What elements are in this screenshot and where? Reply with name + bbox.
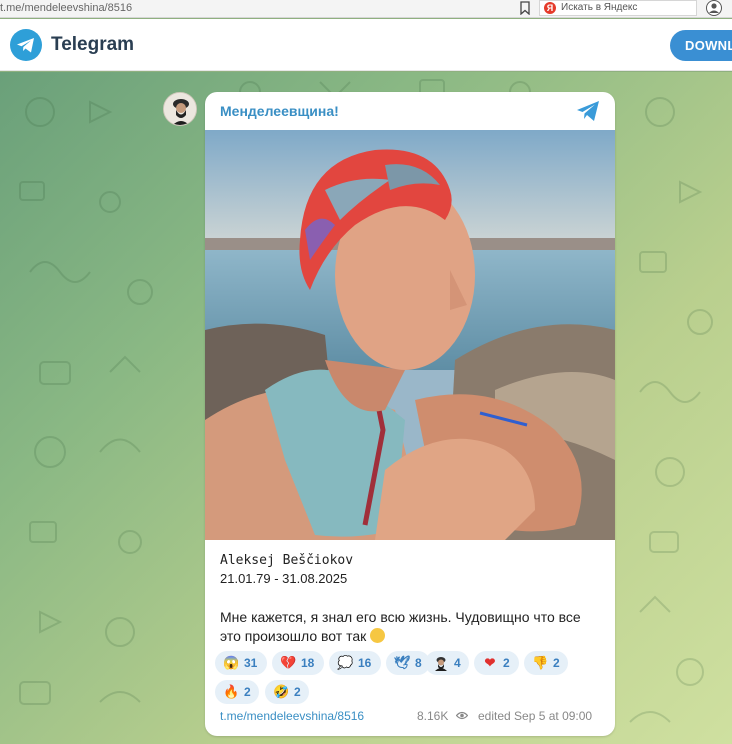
download-button[interactable]: DOWNLO [670,30,732,61]
scream-emoji-icon: 😱 [223,655,240,670]
post-person-name: Aleksej Beščiokov [220,553,354,568]
channel-name[interactable]: Менделеевщина! [220,103,339,119]
reaction-speech-bubble[interactable]: 💭 16 [329,651,381,675]
address-url[interactable]: t.me/mendeleevshina/8516 [0,2,132,14]
message-card: Менделеевщина! Aleksej Beščiokov 21.01.7… [205,92,615,736]
reaction-count: 31 [244,656,258,670]
reaction-count: 8 [415,656,422,670]
dove-icon: 🕊 [394,655,411,670]
channel-avatar[interactable] [163,92,197,126]
thumbs-down-icon: 👎 [532,655,549,670]
reaction-count: 18 [301,656,315,670]
browser-address-bar: t.me/mendeleevshina/8516 Я Искать в Янде… [0,0,732,18]
post-text-body: Мне кажется, я знал его всю жизнь. Чудов… [220,609,581,644]
speech-bubble-icon: 💭 [337,655,354,670]
post-text: Мне кажется, я знал его всю жизнь. Чудов… [220,608,605,646]
crying-emoji-icon [370,628,386,643]
profile-icon[interactable] [705,0,723,16]
bookmark-icon[interactable] [519,1,531,15]
reaction-broken-heart[interactable]: 💔 18 [272,651,324,675]
reaction-count: 2 [244,685,251,699]
fire-icon: 🔥 [223,684,240,699]
yandex-search-input[interactable]: Я Искать в Яндекс [539,0,697,16]
reaction-dove[interactable]: 🕊 8 [386,651,430,675]
search-placeholder: Искать в Яндекс [561,2,638,13]
telegram-brand[interactable]: Telegram [51,34,134,56]
reaction-scream[interactable]: 😱 31 [215,651,267,675]
telegram-header: Telegram DOWNLO [0,19,732,71]
eye-icon [456,711,468,720]
post-link[interactable]: t.me/mendeleevshina/8516 [220,709,364,723]
reaction-count: 4 [454,656,461,670]
reaction-thumbs-down[interactable]: 👎 2 [524,651,568,675]
yandex-icon: Я [544,2,556,14]
reaction-red-heart[interactable]: ❤ 2 [474,651,519,675]
reaction-count: 2 [503,656,510,670]
reaction-rofl[interactable]: 🤣 2 [265,680,309,704]
red-heart-icon: ❤ [484,655,496,670]
post-photo[interactable] [205,130,615,540]
reaction-count: 16 [358,656,372,670]
reaction-fire[interactable]: 🔥 2 [215,680,259,704]
post-dates: 21.01.79 - 31.08.2025 [220,571,348,586]
broken-heart-icon: 💔 [280,655,297,670]
reaction-count: 2 [553,656,560,670]
edited-timestamp: edited Sep 5 at 09:00 [478,709,593,723]
telegram-logo-icon[interactable] [10,29,42,61]
rofl-emoji-icon: 🤣 [273,684,290,699]
custom-avatar-emoji-icon [435,657,447,671]
views-count: 8.16K [417,709,449,723]
reaction-count: 2 [294,685,301,699]
reaction-custom-avatar[interactable]: 4 [425,651,469,675]
telegram-share-icon[interactable] [576,100,600,122]
